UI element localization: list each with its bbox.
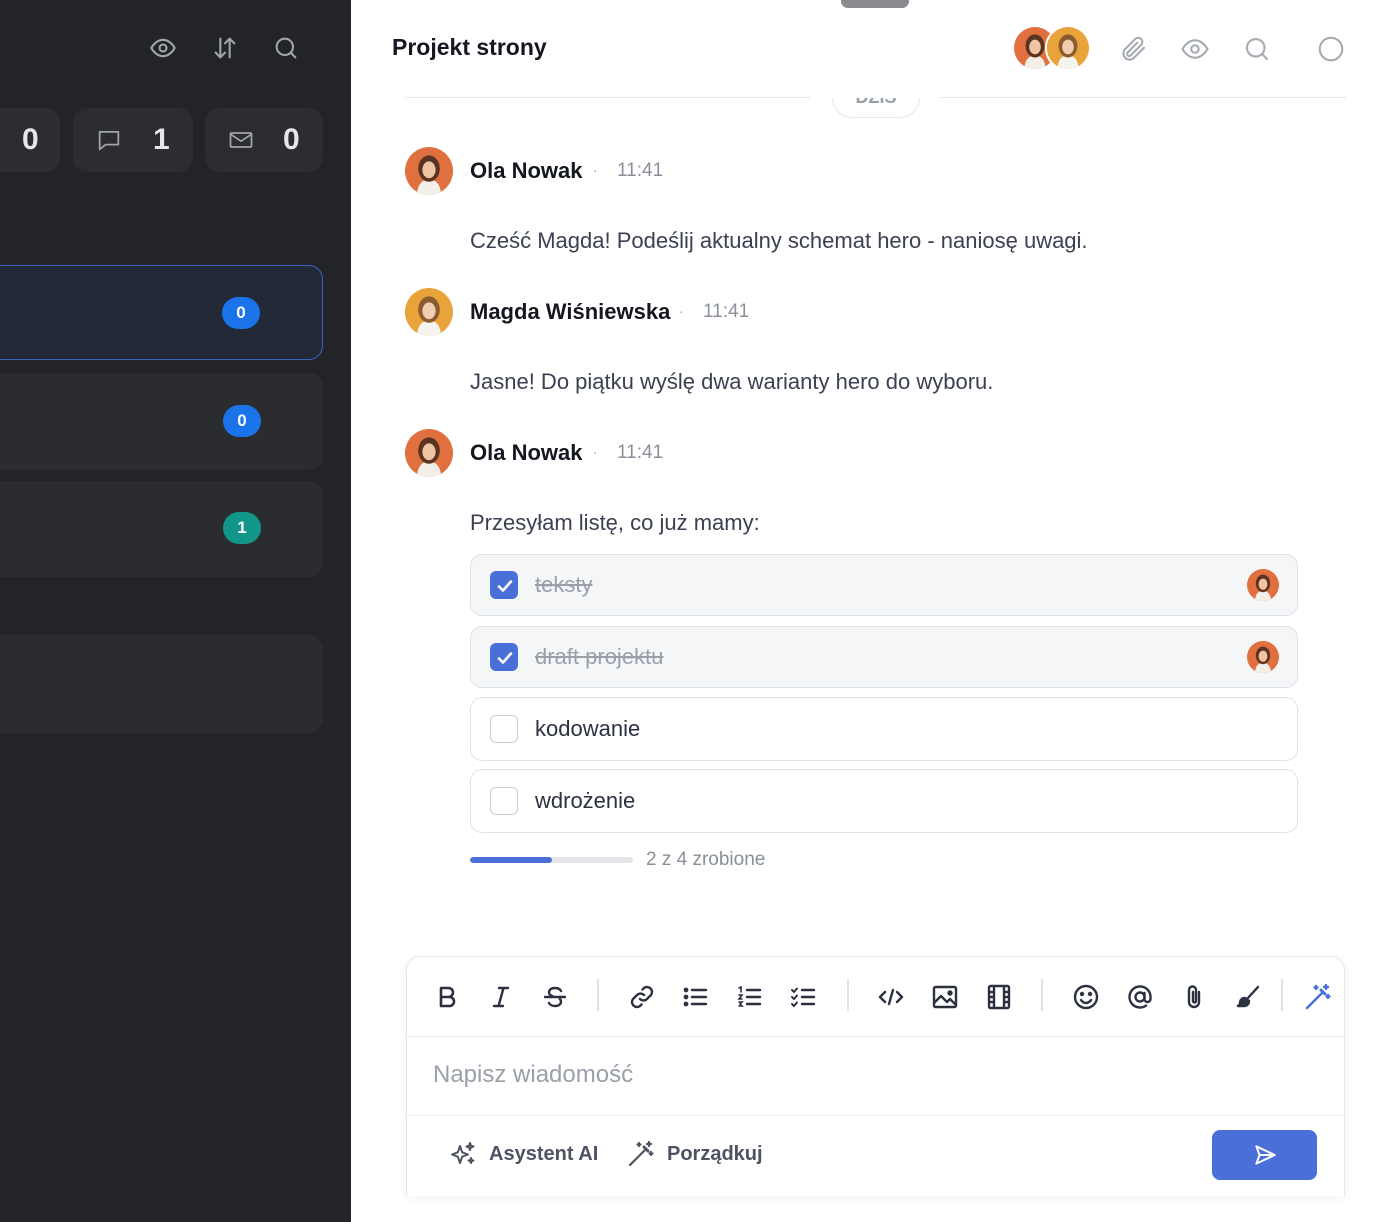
- avatar-magda[interactable]: [405, 288, 453, 336]
- ai-assistant-label: Asystent AI: [489, 1142, 599, 1165]
- separator-dot: ·: [593, 444, 598, 460]
- counter-value: 0: [283, 123, 300, 156]
- message-author[interactable]: Magda Wiśniewska: [470, 299, 670, 325]
- checklist-progress-bar: [470, 857, 633, 863]
- channel-item-active[interactable]: 0: [0, 265, 323, 360]
- brush-icon[interactable]: [1232, 981, 1264, 1013]
- message-time: 11:41: [617, 160, 664, 181]
- composer-actions: Asystent AI Porządkuj: [407, 1115, 1344, 1197]
- assignee-avatar[interactable]: [1247, 569, 1279, 601]
- comment-icon: [95, 126, 123, 154]
- checklist-item[interactable]: teksty: [470, 554, 1298, 616]
- channel-item[interactable]: 0: [0, 373, 323, 470]
- toolbar-separator: [597, 979, 599, 1011]
- assignee-avatar[interactable]: [1247, 641, 1279, 673]
- numbered-list-icon[interactable]: [734, 981, 766, 1013]
- bullet-list-icon[interactable]: [680, 981, 712, 1013]
- magic-wand-icon: [625, 1138, 657, 1170]
- drag-handle[interactable]: [841, 0, 909, 8]
- tidy-label: Porządkuj: [667, 1142, 763, 1165]
- message-input[interactable]: [433, 1061, 1293, 1089]
- unread-badge: 0: [222, 297, 260, 329]
- channel-list-panel: 0 1 0 0 0 1: [0, 0, 351, 1222]
- checklist-item[interactable]: draft projektu: [470, 626, 1298, 688]
- toolbar-separator: [1041, 979, 1043, 1011]
- avatar-magda[interactable]: [1045, 25, 1091, 71]
- channel-item[interactable]: 1: [0, 481, 323, 577]
- divider-line: [940, 97, 1346, 98]
- divider-line: [405, 97, 810, 98]
- checkbox-checked[interactable]: [490, 643, 518, 671]
- eye-icon[interactable]: [149, 34, 177, 62]
- avatar-ola[interactable]: [405, 147, 453, 195]
- checkbox-unchecked[interactable]: [490, 715, 518, 743]
- counter-unread[interactable]: 0: [0, 108, 60, 172]
- mail-icon: [227, 126, 255, 154]
- eye-icon[interactable]: [1180, 34, 1210, 64]
- message-author[interactable]: Ola Nowak: [470, 440, 582, 466]
- chat-title: Projekt strony: [392, 34, 547, 60]
- checklist-item-label: wdrożenie: [535, 788, 636, 813]
- channel-item[interactable]: [0, 635, 323, 733]
- checklist-icon[interactable]: [788, 981, 820, 1013]
- message-time: 11:41: [703, 301, 750, 322]
- send-icon: [1252, 1142, 1278, 1168]
- checkbox-unchecked[interactable]: [490, 787, 518, 815]
- strikethrough-icon[interactable]: [539, 981, 571, 1013]
- attachment-icon[interactable]: [1178, 981, 1210, 1013]
- formatting-toolbar: [407, 957, 1344, 1037]
- search-icon[interactable]: [272, 34, 300, 62]
- progress-text: 2 z 4 zrobione: [646, 849, 766, 870]
- checkbox-checked[interactable]: [490, 571, 518, 599]
- paperclip-icon[interactable]: [1119, 34, 1149, 64]
- separator-dot: ·: [593, 162, 598, 178]
- checklist-item-label: teksty: [535, 572, 593, 597]
- chat-panel: Projekt strony DZIŚ Ola Nowak · 11:41 Cz…: [351, 0, 1400, 1222]
- bold-icon[interactable]: [431, 981, 463, 1013]
- mention-icon[interactable]: [1124, 981, 1156, 1013]
- progress-fill: [470, 857, 552, 863]
- image-icon[interactable]: [929, 981, 961, 1013]
- toolbar-separator: [847, 979, 849, 1011]
- separator-dot: ·: [679, 303, 684, 319]
- circle-status-icon[interactable]: [1316, 34, 1346, 64]
- checklist-item-label: draft projektu: [535, 644, 664, 669]
- search-icon[interactable]: [1242, 34, 1272, 64]
- link-icon[interactable]: [626, 981, 658, 1013]
- day-separator: DZIŚ: [832, 98, 920, 118]
- ai-assistant-button[interactable]: Asystent AI: [447, 1136, 598, 1172]
- message-composer: Asystent AI Porządkuj: [406, 956, 1345, 1196]
- avatar-ola[interactable]: [405, 429, 453, 477]
- counter-comments[interactable]: 1: [73, 108, 193, 172]
- tidy-button[interactable]: Porządkuj: [625, 1136, 763, 1172]
- video-icon[interactable]: [983, 981, 1015, 1013]
- message-author[interactable]: Ola Nowak: [470, 158, 582, 184]
- message-text: Jasne! Do piątku wyślę dwa warianty hero…: [470, 369, 994, 394]
- checklist-item-label: kodowanie: [535, 716, 641, 741]
- toolbar-separator: [1281, 979, 1283, 1011]
- message-time: 11:41: [617, 442, 664, 463]
- unread-badge: 0: [223, 405, 261, 437]
- italic-icon[interactable]: [485, 981, 517, 1013]
- unread-badge: 1: [223, 512, 261, 544]
- checklist-item[interactable]: kodowanie: [470, 697, 1298, 761]
- message-text: Przesyłam listę, co już mamy:: [470, 510, 760, 535]
- emoji-icon[interactable]: [1070, 981, 1102, 1013]
- message-text: Cześć Magda! Podeślij aktualny schemat h…: [470, 228, 1088, 253]
- send-button[interactable]: [1212, 1130, 1317, 1180]
- sort-icon[interactable]: [211, 34, 239, 62]
- magic-wand-icon[interactable]: [1302, 981, 1334, 1013]
- counter-mail[interactable]: 0: [205, 108, 323, 172]
- sparkle-icon: [447, 1138, 479, 1170]
- counter-value: 1: [153, 123, 170, 156]
- counter-value: 0: [22, 123, 39, 156]
- checklist-item[interactable]: wdrożenie: [470, 769, 1298, 833]
- code-icon[interactable]: [875, 981, 907, 1013]
